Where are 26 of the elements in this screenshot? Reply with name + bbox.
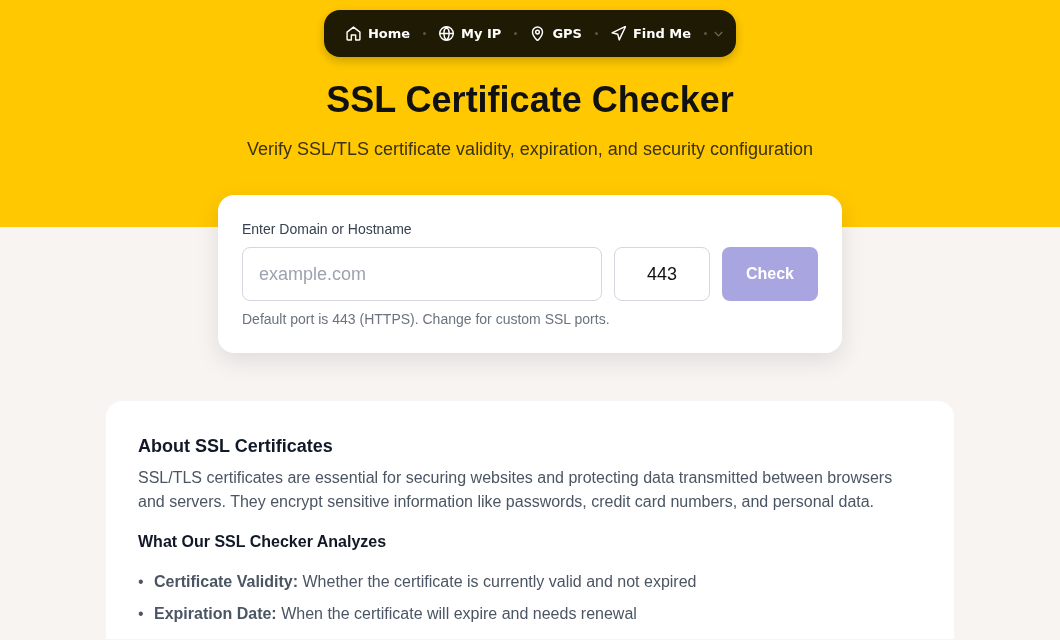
separator-dot-icon xyxy=(594,32,598,35)
navigation-arrow-icon xyxy=(610,26,626,41)
nav-link[interactable]: GPS xyxy=(530,26,582,41)
separator-dot-icon xyxy=(514,32,518,35)
paragraph: SSL/TLS certificates are essential for securing websites and protecting data transmitted between browsers and servers. They encrypt sensitive information like passwords, credit card numbers, and personal data. xyxy=(138,468,894,513)
page-title: SSL Certificate Checker xyxy=(325,78,735,122)
chevron-down-icon[interactable] xyxy=(714,30,724,37)
section-heading: About SSL Certificates xyxy=(138,435,334,459)
nav-link[interactable]: Find Me xyxy=(610,26,692,41)
nav-link[interactable]: My IP xyxy=(439,26,502,41)
bullet-marker: • xyxy=(138,572,145,593)
map-pin-icon xyxy=(530,26,546,41)
help-text: Default port is 443 (HTTPS). Change for custom SSL ports. xyxy=(242,310,611,330)
list-item-text: Certificate Validity: Whether the certificate is currently valid and not expired xyxy=(154,572,697,593)
port-input[interactable]: 443 xyxy=(614,247,710,302)
separator-dot-icon xyxy=(704,32,708,35)
separator-dot-icon xyxy=(423,32,427,35)
field-label: Enter Domain or Hostname xyxy=(242,220,413,240)
domain-input[interactable]: example.com xyxy=(242,247,602,302)
home-icon xyxy=(345,26,361,41)
bullet-marker: • xyxy=(138,604,145,625)
list-item-text: Expiration Date: When the certificate will expire and needs renewal xyxy=(154,604,637,625)
globe-icon xyxy=(439,26,455,41)
nav-link[interactable]: Home xyxy=(345,26,411,41)
page-subtitle: Verify SSL/TLS certificate validity, expiration, and security configuration xyxy=(246,138,814,162)
section-subheading: What Our SSL Checker Analyzes xyxy=(138,532,388,553)
